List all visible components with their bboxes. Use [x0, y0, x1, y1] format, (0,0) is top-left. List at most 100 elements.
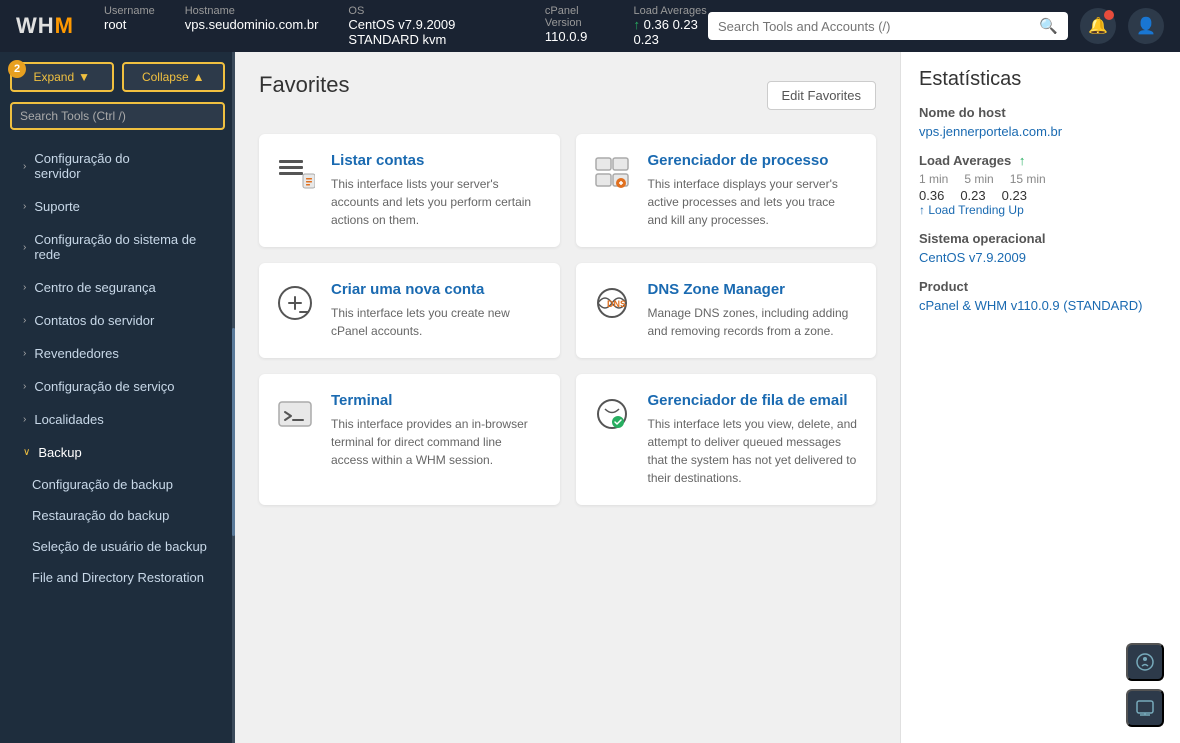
- load-trending-link[interactable]: ↑ Load Trending Up: [919, 203, 1162, 217]
- sidebar-item-localidades[interactable]: › Localidades: [0, 403, 235, 436]
- hostname-label: Hostname: [185, 5, 319, 17]
- stat-group-os: Sistema operacional CentOS v7.9.2009: [919, 231, 1162, 265]
- sidebar: 2 Expand ▼ Collapse ▲ › Configuração dos…: [0, 52, 235, 743]
- global-search-button[interactable]: 🔍: [1039, 17, 1058, 35]
- load-avg-stat-label: Load Averages ↑: [919, 153, 1162, 168]
- arrow-icon: ›: [23, 161, 26, 172]
- username-value: root: [104, 17, 126, 32]
- collapse-icon: ▲: [193, 70, 205, 84]
- card-dns-zone-manager: DNS DNS Zone Manager Manage DNS zones, i…: [576, 263, 877, 358]
- gerenciador-processo-content: Gerenciador de processo This interface d…: [648, 152, 859, 229]
- gerenciador-processo-title[interactable]: Gerenciador de processo: [648, 152, 859, 169]
- cpanel-label: cPanel Version: [545, 5, 604, 29]
- arrow-icon: ›: [23, 242, 26, 253]
- sidebar-nav: › Configuração doservidor › Suporte › Co…: [0, 138, 235, 743]
- arrow-icon: ›: [23, 315, 26, 326]
- arrow-icon: ›: [23, 414, 26, 425]
- hostname-stat-label: Nome do host: [919, 105, 1162, 120]
- collapse-label: Collapse: [142, 70, 189, 84]
- card-listar-contas: Listar contas This interface lists your …: [259, 134, 560, 247]
- notifications-button[interactable]: 🔔: [1080, 8, 1116, 44]
- expand-label: Expand: [33, 70, 74, 84]
- username-info: Username root: [104, 5, 155, 47]
- stat-group-product: Product cPanel & WHM v110.0.9 (STANDARD): [919, 279, 1162, 313]
- sidebar-top-buttons: Expand ▼ Collapse ▲: [0, 52, 235, 98]
- card-gerenciador-fila-email: Gerenciador de fila de email This interf…: [576, 374, 877, 505]
- listar-contas-title[interactable]: Listar contas: [331, 152, 542, 169]
- sidebar-sub-item-selecao-usuario-backup[interactable]: Seleção de usuário de backup: [0, 531, 235, 562]
- global-search-box[interactable]: 🔍: [708, 12, 1068, 40]
- product-stat-label: Product: [919, 279, 1162, 294]
- gerenciador-fila-email-icon: [590, 392, 634, 436]
- sidebar-sub-item-configuracao-backup[interactable]: Configuração de backup: [0, 469, 235, 500]
- load-avg-numbers: 0.36 0.23 0.23: [919, 188, 1162, 203]
- listar-contas-desc: This interface lists your server's accou…: [331, 175, 542, 229]
- svg-text:DNS: DNS: [607, 299, 626, 309]
- terminal-icon: [273, 392, 317, 436]
- float-icons: [1126, 643, 1164, 727]
- expand-icon: ▼: [78, 70, 90, 84]
- sidebar-search-input[interactable]: [20, 109, 215, 123]
- arrow-icon: ›: [23, 282, 26, 293]
- criar-conta-icon: [273, 281, 317, 325]
- nav-item-label: Configuração doservidor: [34, 151, 129, 181]
- nav-item-label: Suporte: [34, 199, 80, 214]
- dns-zone-manager-title[interactable]: DNS Zone Manager: [648, 281, 859, 298]
- sidebar-item-configuracao-rede[interactable]: › Configuração do sistema de rede: [0, 223, 235, 271]
- gerenciador-fila-email-title[interactable]: Gerenciador de fila de email: [648, 392, 859, 409]
- favorites-title: Favorites: [259, 72, 349, 98]
- os-info: OS CentOS v7.9.2009 STANDARD kvm: [348, 5, 515, 47]
- sidebar-item-revendedores[interactable]: › Revendedores: [0, 337, 235, 370]
- gerenciador-fila-email-desc: This interface lets you view, delete, an…: [648, 415, 859, 487]
- stat-group-hostname: Nome do host vps.jennerportela.com.br: [919, 105, 1162, 139]
- os-stat-label: Sistema operacional: [919, 231, 1162, 246]
- sidebar-search-box[interactable]: [10, 102, 225, 130]
- sidebar-item-centro-seguranca[interactable]: › Centro de segurança: [0, 271, 235, 304]
- terminal-content: Terminal This interface provides an in-b…: [331, 392, 542, 469]
- stat-group-load: Load Averages ↑ 1 min 5 min 15 min 0.36 …: [919, 153, 1162, 217]
- listar-contas-icon: [273, 152, 317, 196]
- load-5-val: 0.23: [673, 17, 698, 32]
- username-label: Username: [104, 5, 155, 17]
- terminal-title[interactable]: Terminal: [331, 392, 542, 409]
- nav-item-label: Contatos do servidor: [34, 313, 154, 328]
- nav-item-label: Configuração do sistema de rede: [34, 232, 219, 262]
- criar-conta-title[interactable]: Criar uma nova conta: [331, 281, 542, 298]
- global-search-input[interactable]: [718, 19, 1031, 34]
- favorites-header: Favorites Edit Favorites: [259, 72, 876, 118]
- arrow-icon: ›: [23, 348, 26, 359]
- load-avg-headers: 1 min 5 min 15 min: [919, 172, 1162, 186]
- listar-contas-content: Listar contas This interface lists your …: [331, 152, 542, 229]
- product-stat-value: cPanel & WHM v110.0.9 (STANDARD): [919, 298, 1162, 313]
- load-avg-info: Load Averages ↑ 0.36 0.23 0.23: [634, 5, 709, 47]
- sidebar-item-suporte[interactable]: › Suporte: [0, 190, 235, 223]
- edit-favorites-button[interactable]: Edit Favorites: [767, 81, 876, 110]
- user-account-button[interactable]: 👤: [1128, 8, 1164, 44]
- sidebar-sub-item-restauracao-backup[interactable]: Restauração do backup: [0, 500, 235, 531]
- sidebar-item-configuracao-servico[interactable]: › Configuração de serviço: [0, 370, 235, 403]
- dns-zone-manager-icon: DNS: [590, 281, 634, 325]
- nav-item-label: Configuração de serviço: [34, 379, 174, 394]
- sidebar-sub-item-file-directory-restoration[interactable]: File and Directory Restoration: [0, 562, 235, 593]
- nav-item-label: Centro de segurança: [34, 280, 155, 295]
- criar-conta-desc: This interface lets you create new cPane…: [331, 304, 542, 340]
- sub-item-label: Configuração de backup: [32, 477, 173, 492]
- load-15-stat-val: 0.23: [1002, 188, 1027, 203]
- server-info: Username root Hostname vps.seudominio.co…: [104, 5, 708, 47]
- float-icon-btn-2[interactable]: [1126, 689, 1164, 727]
- notification-badge: [1104, 10, 1114, 20]
- sidebar-item-configuracao-servidor[interactable]: › Configuração doservidor: [0, 142, 235, 190]
- collapse-button[interactable]: Collapse ▲: [122, 62, 226, 92]
- dns-zone-manager-content: DNS Zone Manager Manage DNS zones, inclu…: [648, 281, 859, 340]
- arrow-icon: ›: [23, 201, 26, 212]
- load-5-label: 5 min: [964, 172, 993, 186]
- float-icon-btn-1[interactable]: [1126, 643, 1164, 681]
- os-stat-value: CentOS v7.9.2009: [919, 250, 1162, 265]
- main-content: Favorites Edit Favorites: [235, 52, 900, 743]
- sidebar-item-backup[interactable]: ∨ Backup: [0, 436, 235, 469]
- sidebar-item-contatos-servidor[interactable]: › Contatos do servidor: [0, 304, 235, 337]
- load-1-label: 1 min: [919, 172, 948, 186]
- favorites-cards-grid: Listar contas This interface lists your …: [259, 134, 876, 505]
- load-trend-icon: ↑: [1019, 153, 1026, 168]
- os-value: CentOS v7.9.2009 STANDARD kvm: [348, 17, 455, 47]
